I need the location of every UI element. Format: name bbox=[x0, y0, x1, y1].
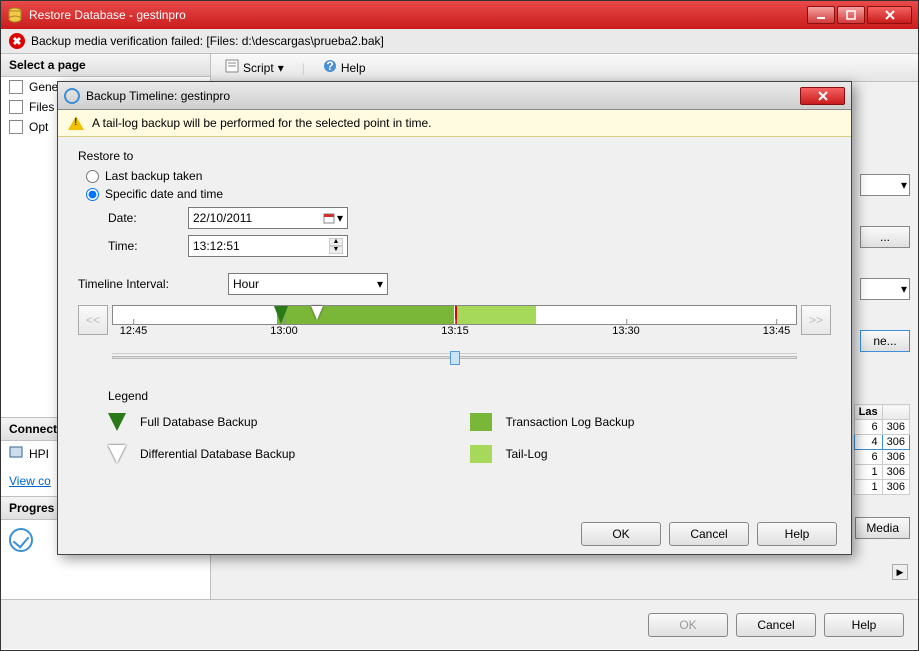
radio-last-backup[interactable]: Last backup taken bbox=[86, 169, 831, 183]
chevron-down-icon: ▾ bbox=[377, 277, 383, 291]
radio-specific-datetime[interactable]: Specific date and time bbox=[86, 187, 831, 201]
table-row[interactable]: 4306 bbox=[854, 435, 909, 450]
legend: Legend Full Database Backup Transaction … bbox=[108, 389, 831, 463]
content-toolbar: Script ▾ | ? Help bbox=[211, 54, 918, 82]
date-label: Date: bbox=[108, 211, 188, 225]
page-icon bbox=[9, 80, 23, 94]
legend-tail-log: Tail-Log bbox=[470, 445, 832, 463]
modal-warning-bar: A tail-log backup will be performed for … bbox=[58, 110, 851, 137]
slider-thumb[interactable] bbox=[450, 351, 460, 365]
backup-timeline-dialog: Backup Timeline: gestinpro A tail-log ba… bbox=[57, 81, 852, 555]
timeline-next-button[interactable]: >> bbox=[801, 305, 831, 335]
timeline-container: << 12:45 13:00 13:15 13:30 13:45 bbox=[78, 305, 831, 369]
partial-controls: ▾ ... ▾ ne... bbox=[860, 174, 910, 382]
calendar-icon[interactable]: ▾ bbox=[313, 211, 343, 225]
svg-text:?: ? bbox=[326, 59, 333, 73]
main-footer: OK Cancel Help bbox=[1, 599, 918, 649]
server-icon bbox=[9, 445, 23, 462]
legend-full-backup: Full Database Backup bbox=[108, 413, 470, 431]
table-row[interactable]: 1306 bbox=[854, 465, 909, 480]
main-cancel-button[interactable]: Cancel bbox=[736, 613, 816, 637]
modal-help-button[interactable]: Help bbox=[757, 522, 837, 546]
combo-partial-2[interactable]: ▾ bbox=[860, 278, 910, 300]
date-input[interactable]: 22/10/2011 ▾ bbox=[188, 207, 348, 229]
restore-to-label: Restore to bbox=[78, 149, 831, 163]
diff-backup-icon bbox=[108, 445, 126, 463]
chevron-down-icon: ▾ bbox=[278, 61, 284, 75]
table-header-last: Las bbox=[854, 405, 882, 420]
main-titlebar: Restore Database - gestinpro bbox=[1, 1, 918, 29]
page-icon bbox=[9, 100, 23, 114]
close-button[interactable] bbox=[867, 6, 912, 24]
radio-last-input[interactable] bbox=[86, 170, 99, 183]
interval-label: Timeline Interval: bbox=[78, 277, 228, 291]
modal-ok-button[interactable]: OK bbox=[581, 522, 661, 546]
backup-table-partial: Las 6306 4306 6306 1306 1306 bbox=[854, 404, 910, 495]
table-row[interactable]: 1306 bbox=[854, 480, 909, 495]
select-page-header: Select a page bbox=[1, 54, 210, 77]
table-row[interactable]: 6306 bbox=[854, 420, 909, 435]
modal-cancel-button[interactable]: Cancel bbox=[669, 522, 749, 546]
help-icon: ? bbox=[323, 59, 337, 76]
error-bar: ✖ Backup media verification failed: [Fil… bbox=[1, 29, 918, 54]
modal-footer: OK Cancel Help bbox=[58, 514, 851, 554]
modal-body: Restore to Last backup taken Specific da… bbox=[58, 137, 851, 475]
warning-icon bbox=[68, 116, 84, 130]
transaction-log-icon bbox=[470, 413, 492, 431]
tail-log-icon bbox=[470, 445, 492, 463]
main-ok-button: OK bbox=[648, 613, 728, 637]
full-backup-marker bbox=[274, 306, 288, 324]
main-help-button[interactable]: Help bbox=[824, 613, 904, 637]
time-spinner[interactable]: ▲▼ bbox=[329, 238, 343, 254]
full-backup-icon bbox=[108, 413, 126, 431]
timeline-slider[interactable] bbox=[112, 353, 797, 369]
legend-transaction-log: Transaction Log Backup bbox=[470, 413, 832, 431]
interval-select[interactable]: Hour ▾ bbox=[228, 273, 388, 295]
modal-title: Backup Timeline: gestinpro bbox=[86, 89, 800, 103]
help-button[interactable]: ? Help bbox=[317, 57, 372, 78]
combo-partial[interactable]: ▾ bbox=[860, 174, 910, 196]
scroll-right-icon[interactable]: ▶ bbox=[892, 564, 908, 580]
date-row: Date: 22/10/2011 ▾ bbox=[108, 207, 831, 229]
timeline: 12:45 13:00 13:15 13:30 13:45 bbox=[112, 305, 797, 369]
time-row: Time: 13:12:51 ▲▼ bbox=[108, 235, 831, 257]
transaction-log-segment bbox=[277, 306, 455, 324]
script-button[interactable]: Script ▾ bbox=[219, 57, 290, 78]
warning-text: A tail-log backup will be performed for … bbox=[92, 116, 432, 130]
error-icon: ✖ bbox=[9, 33, 25, 49]
error-message: Backup media verification failed: [Files… bbox=[31, 34, 384, 48]
main-window-title: Restore Database - gestinpro bbox=[29, 8, 807, 22]
legend-title: Legend bbox=[108, 389, 831, 403]
modal-titlebar: Backup Timeline: gestinpro bbox=[58, 82, 851, 110]
timeline-prev-button[interactable]: << bbox=[78, 305, 108, 335]
minimize-button[interactable] bbox=[807, 6, 835, 24]
browse-button-partial[interactable]: ... bbox=[860, 226, 910, 248]
verify-media-button-partial[interactable]: Media bbox=[855, 517, 910, 539]
script-icon bbox=[225, 59, 239, 76]
time-label: Time: bbox=[108, 239, 188, 253]
timeline-ticks: 12:45 13:00 13:15 13:30 13:45 bbox=[112, 325, 797, 351]
clock-icon bbox=[64, 88, 80, 104]
maximize-button[interactable] bbox=[837, 6, 865, 24]
legend-diff-backup: Differential Database Backup bbox=[108, 445, 470, 463]
interval-row: Timeline Interval: Hour ▾ bbox=[78, 273, 831, 295]
time-input[interactable]: 13:12:51 ▲▼ bbox=[188, 235, 348, 257]
database-icon bbox=[7, 7, 23, 23]
diff-backup-marker bbox=[311, 306, 323, 320]
window-controls bbox=[807, 6, 912, 24]
progress-done-icon bbox=[9, 528, 33, 552]
tail-log-segment bbox=[455, 306, 537, 324]
modal-close-button[interactable] bbox=[800, 87, 845, 105]
page-icon bbox=[9, 120, 23, 134]
timeline-button-partial[interactable]: ne... bbox=[860, 330, 910, 352]
table-row[interactable]: 6306 bbox=[854, 450, 909, 465]
radio-specific-input[interactable] bbox=[86, 188, 99, 201]
